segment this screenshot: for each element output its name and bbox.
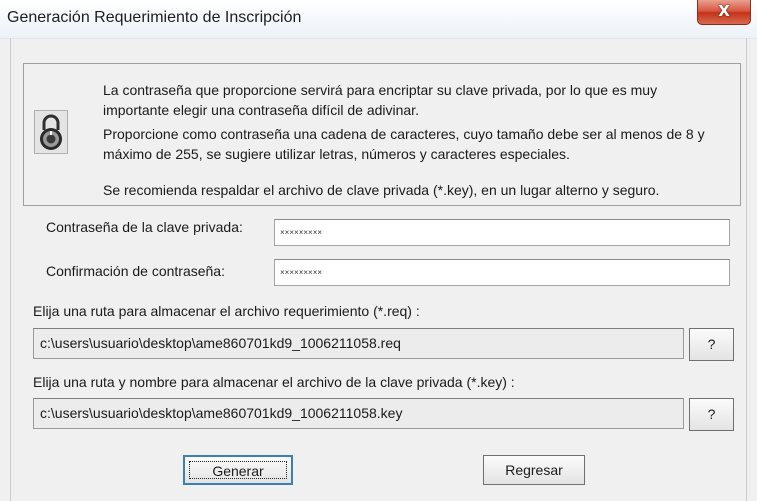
info-text-3: Se recomienda respaldar el archivo de cl… bbox=[103, 182, 660, 198]
window-frame-right bbox=[746, 38, 747, 501]
key-path-label: Elija una ruta y nombre para almacenar e… bbox=[33, 374, 515, 390]
req-browse-button[interactable]: ? bbox=[689, 328, 734, 361]
title-bar[interactable]: Generación Requerimiento de Inscripción … bbox=[0, 0, 757, 39]
close-button[interactable]: X bbox=[697, 0, 751, 25]
key-browse-button[interactable]: ? bbox=[689, 398, 734, 431]
info-text-2: Proporcione como contraseña una cadena d… bbox=[103, 126, 705, 162]
dialog-window: Generación Requerimiento de Inscripción … bbox=[0, 0, 757, 501]
focus-indicator bbox=[189, 461, 287, 479]
lock-icon bbox=[34, 110, 68, 154]
info-text-1: La contraseña que proporcione servirá pa… bbox=[103, 82, 658, 118]
back-button[interactable]: Regresar bbox=[483, 455, 585, 485]
key-path-field[interactable]: c:\users\usuario\desktop\ame860701kd9_10… bbox=[33, 398, 684, 429]
close-icon: X bbox=[718, 2, 730, 20]
window-title: Generación Requerimiento de Inscripción bbox=[7, 9, 302, 26]
password-label: Contraseña de la clave privada: bbox=[46, 219, 243, 235]
window-frame-left bbox=[10, 38, 11, 501]
req-path-label: Elija una ruta para almacenar el archivo… bbox=[33, 303, 420, 319]
confirm-password-label: Confirmación de contraseña: bbox=[46, 263, 225, 279]
confirm-password-field[interactable]: ××××××××× bbox=[274, 259, 730, 286]
generate-button[interactable]: Generar bbox=[183, 455, 293, 485]
password-field[interactable]: ××××××××× bbox=[274, 219, 730, 246]
req-path-field[interactable]: c:\users\usuario\desktop\ame860701kd9_10… bbox=[33, 328, 684, 359]
